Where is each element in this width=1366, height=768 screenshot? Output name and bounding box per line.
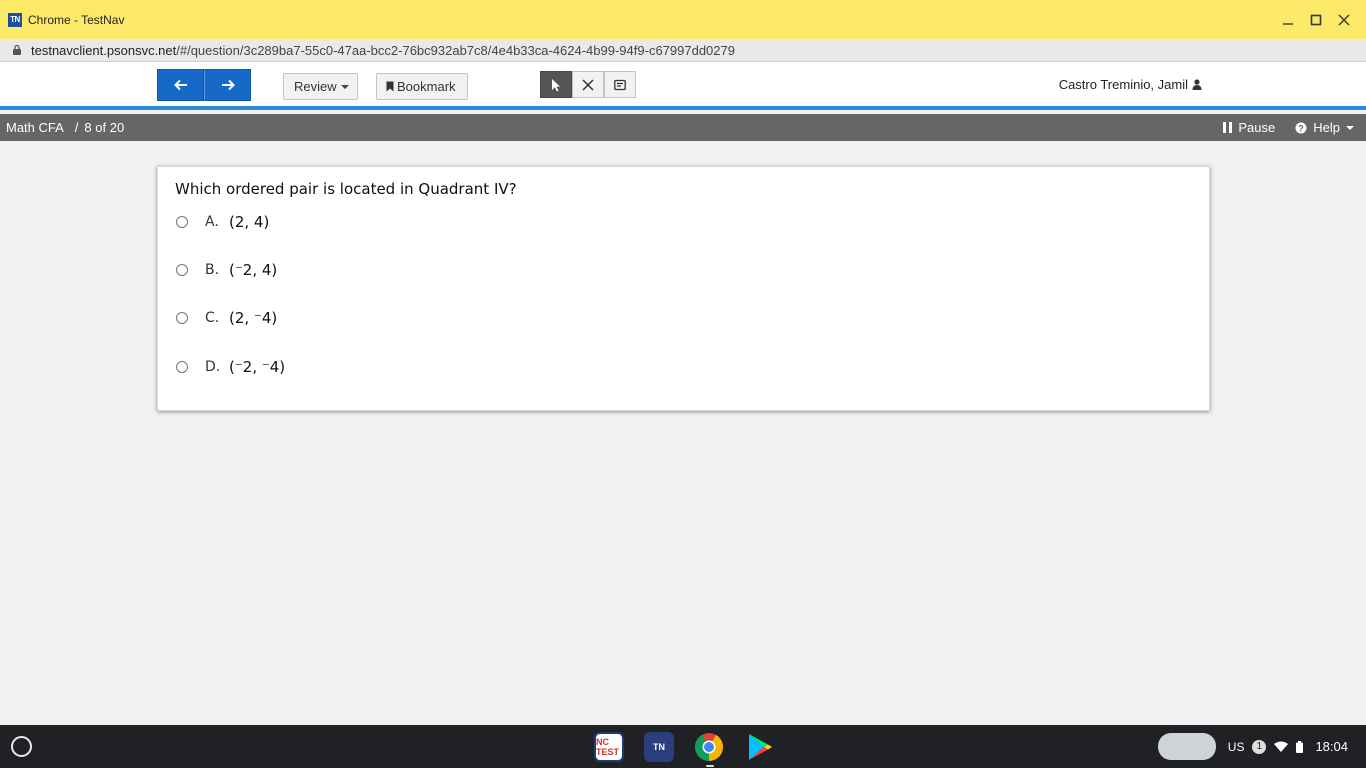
notepad-button[interactable]	[604, 71, 636, 98]
tool-group	[540, 71, 636, 98]
question-prompt: Which ordered pair is located in Quadran…	[175, 180, 517, 198]
minimize-icon[interactable]	[1274, 6, 1302, 34]
answer-eliminator-button[interactable]	[572, 71, 604, 98]
next-button[interactable]	[204, 69, 251, 101]
bookmark-icon	[386, 81, 394, 92]
pinned-apps: NC TEST TN	[594, 732, 794, 762]
review-label: Review	[294, 79, 337, 94]
url-text[interactable]: testnavclient.psonsvc.net/#/question/3c2…	[31, 43, 735, 58]
wifi-icon	[1274, 741, 1289, 752]
user-icon	[1192, 79, 1202, 90]
radio-button-a[interactable]	[176, 216, 188, 228]
testnav-logo-icon: TN	[8, 12, 22, 27]
url-host: testnavclient.psonsvc.net	[31, 42, 177, 58]
play-store-app-icon[interactable]	[744, 732, 774, 762]
option-letter: B.	[205, 262, 220, 278]
maximize-icon[interactable]	[1302, 6, 1330, 34]
breadcrumb: Math CFA / 8 of 20 Pause ? Help	[0, 114, 1366, 141]
test-name: Math CFA	[6, 120, 64, 135]
pause-label: Pause	[1238, 120, 1276, 135]
session-controls: Pause ? Help	[1223, 114, 1354, 141]
bookmark-button[interactable]: Bookmark	[376, 73, 468, 100]
option-text: (⁻2, 4)	[229, 261, 278, 279]
notification-badge: 1	[1252, 739, 1267, 754]
question-position: 8 of 20	[84, 120, 125, 135]
question-card: Which ordered pair is located in Quadran…	[157, 166, 1210, 411]
user-name: Castro Treminio, Jamil	[1058, 77, 1188, 92]
radio-button-d[interactable]	[176, 361, 188, 373]
close-icon[interactable]	[1330, 6, 1358, 34]
launcher-icon[interactable]	[11, 736, 32, 757]
answer-option-d[interactable]: D. (⁻2, ⁻4)	[176, 358, 285, 376]
user-info: Castro Treminio, Jamil	[1059, 77, 1202, 92]
help-icon: ?	[1295, 122, 1307, 133]
breadcrumb-separator: /	[74, 120, 79, 135]
option-text: (⁻2, ⁻4)	[229, 358, 286, 376]
answer-option-a[interactable]: A. (2, 4)	[176, 213, 269, 231]
lock-icon	[13, 44, 21, 55]
answer-option-b[interactable]: B. (⁻2, 4)	[176, 261, 277, 279]
desk-preview[interactable]	[1158, 733, 1216, 760]
option-text: (2, ⁻4)	[229, 309, 278, 327]
pointer-icon	[552, 78, 560, 91]
answer-option-c[interactable]: C. (2, ⁻4)	[176, 309, 277, 327]
pointer-tool-button[interactable]	[540, 71, 572, 98]
window-title: Chrome - TestNav	[28, 12, 125, 27]
bookmark-label: Bookmark	[397, 79, 456, 94]
window-titlebar: TN Chrome - TestNav	[0, 0, 1366, 39]
answer-eliminator-icon	[582, 78, 594, 91]
clock: 18:04	[1315, 739, 1348, 754]
help-button[interactable]: ? Help	[1295, 120, 1354, 135]
os-shelf: NC TEST TN US 1 18:04	[0, 725, 1366, 768]
option-letter: C.	[205, 310, 220, 326]
window-controls	[1274, 0, 1358, 39]
address-bar[interactable]: testnavclient.psonsvc.net/#/question/3c2…	[0, 39, 1366, 62]
chevron-down-icon	[1346, 125, 1354, 130]
active-app-indicator	[706, 765, 714, 767]
help-label: Help	[1313, 120, 1340, 135]
question-navigation	[157, 69, 251, 101]
arrow-right-icon	[221, 79, 235, 91]
url-path: /#/question/3c289ba7-55c0-47aa-bcc2-76bc…	[176, 42, 735, 58]
nc-test-app-icon[interactable]: NC TEST	[594, 732, 624, 762]
chrome-app-icon[interactable]	[694, 732, 724, 762]
back-button[interactable]	[157, 69, 204, 101]
radio-button-b[interactable]	[176, 264, 188, 276]
pause-icon	[1223, 122, 1233, 133]
chevron-down-icon	[340, 84, 349, 89]
option-text: (2, 4)	[229, 213, 270, 231]
review-button[interactable]: Review	[283, 73, 358, 100]
status-tray[interactable]: US 1 18:04	[1228, 725, 1348, 768]
notepad-icon	[614, 79, 626, 90]
testnav-toolbar: Review Bookmark Castro Treminio, Jamil	[0, 62, 1366, 110]
option-letter: A.	[205, 214, 219, 230]
keyboard-layout: US	[1227, 739, 1245, 754]
svg-text:?: ?	[1299, 123, 1305, 133]
option-letter: D.	[205, 359, 221, 375]
pause-button[interactable]: Pause	[1223, 120, 1275, 135]
radio-button-c[interactable]	[176, 312, 188, 324]
testnav-app-icon[interactable]: TN	[644, 732, 674, 762]
battery-icon	[1296, 740, 1304, 753]
arrow-left-icon	[173, 79, 187, 91]
